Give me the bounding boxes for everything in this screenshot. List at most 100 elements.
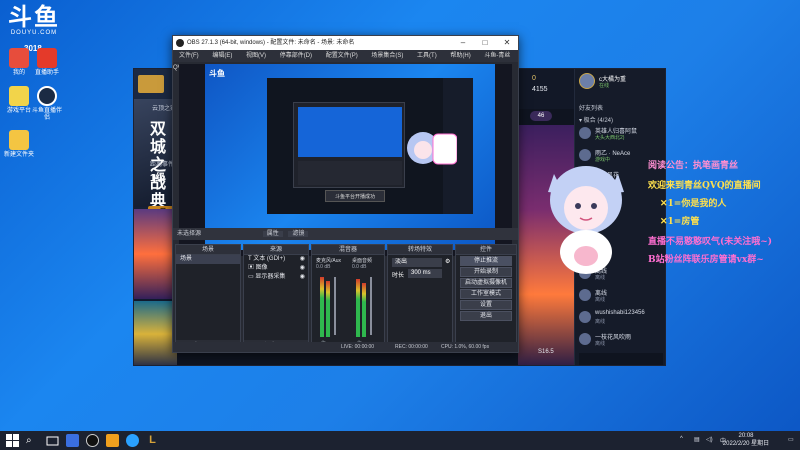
level-text: 1级 <box>150 173 166 184</box>
obs-window[interactable]: OBS 27.1.3 (64-bit, windows) - 配置文件: 未命名… <box>172 35 519 353</box>
settings-button[interactable]: 设置 <box>460 300 512 310</box>
obs-app-icon[interactable] <box>86 434 99 447</box>
dock-title: 转场特效 <box>388 245 452 255</box>
game-art <box>134 301 177 365</box>
volume-meter <box>320 277 324 337</box>
friends-header: 好友列表 <box>579 106 604 112</box>
tray-chevron-icon[interactable]: ^ <box>680 436 683 442</box>
cpu-indicator: CPU: 1.0%, 60.00 fps <box>441 344 490 350</box>
taskbar-clock[interactable]: 20:08 2022/2/20 星期日 <box>716 432 776 448</box>
eye-icon[interactable]: ◉ <box>300 273 305 282</box>
obs-source-strip: 未选择源 属性 滤镜 <box>173 228 518 240</box>
menu-help[interactable]: 帮助(H) <box>450 53 470 59</box>
friend-status: 大头大西北2) <box>595 135 625 141</box>
transition-select[interactable]: 淡出 <box>392 258 442 267</box>
announcement-line: 欢迎来到青丝QVQ的直播间 <box>648 181 761 191</box>
volume-meter <box>362 283 366 337</box>
obs-title: OBS 27.1.3 (64-bit, windows) - 配置文件: 未命名… <box>187 40 355 46</box>
source-item[interactable]: ▭ 显示器采集 ◉ <box>244 273 308 282</box>
season-label: S16.5 <box>538 349 554 355</box>
volume-icon[interactable]: ◁) <box>706 436 713 443</box>
avatar <box>579 289 591 301</box>
volume-meter <box>326 281 330 337</box>
scenes-dock: 场景 场景 +−^v <box>175 244 241 352</box>
app-icon <box>37 48 57 68</box>
live-companion-icon[interactable] <box>126 434 139 447</box>
friend-row[interactable]: wushishabi123456 离线 <box>579 309 665 327</box>
volume-slider[interactable] <box>370 277 372 335</box>
controls-dock: 控件 停止推流 开始录制 启动虚拟摄像机 工作室模式 设置 退出 <box>455 244 517 352</box>
stop-streaming-button[interactable]: 停止推流 <box>460 256 512 266</box>
eye-icon[interactable]: ◉ <box>300 255 305 264</box>
menu-edit[interactable]: 编辑(E) <box>212 53 232 59</box>
friend-row[interactable]: 离线 离线 <box>579 287 665 305</box>
preview-desktop: 斗鱼 斗鱼平台开播成功 <box>205 64 495 250</box>
edge-app-icon[interactable] <box>66 434 79 447</box>
source-label: 图像 <box>255 265 268 271</box>
desktop-icon-label: 新建文件夹 <box>3 152 34 158</box>
preview-douyu-logo: 斗鱼 <box>209 69 225 78</box>
duration-label: 时长 <box>392 273 405 279</box>
scene-item[interactable]: 场景 <box>176 255 240 264</box>
announcement-line: 直播不易憨憨叹气(未关注哦~) <box>648 237 773 247</box>
app-icon <box>9 48 29 68</box>
gear-icon[interactable]: ⚙ <box>445 258 450 265</box>
menu-file[interactable]: 文件(F) <box>179 53 199 59</box>
douyu-app-icon[interactable] <box>106 434 119 447</box>
properties-button[interactable]: 属性 <box>262 231 283 237</box>
menu-docks[interactable]: 停靠部件(D) <box>280 53 312 59</box>
search-icon[interactable]: ⌕ <box>26 434 39 447</box>
sources-dock: 来源 T 文本 (GDI+)◉ ▣ 图像◉ ▭ 显示器采集◉ +−⚙^v <box>243 244 309 352</box>
filters-button[interactable]: 滤镜 <box>288 231 309 237</box>
mixer-channel-db: 0.0 dB <box>316 264 331 270</box>
obs-icon <box>176 39 184 47</box>
friends-group-header[interactable]: ▾ 极合 (4/24) <box>579 115 613 124</box>
preview-toast: 斗鱼平台开播成功 <box>325 190 385 202</box>
announcement-line: ✕1=你是我的人 <box>660 199 727 209</box>
task-view-icon[interactable] <box>46 434 59 447</box>
image-source-icon: ▣ <box>248 265 256 271</box>
maximize-icon[interactable]: □ <box>474 36 496 50</box>
duration-input[interactable]: 300 ms <box>408 269 442 278</box>
clock-time: 20:08 <box>738 433 754 439</box>
desktop-icon-label: 直播助手 <box>34 70 59 76</box>
source-item[interactable]: T 文本 (GDI+) ◉ <box>244 255 308 264</box>
menu-scene-collection[interactable]: 场景集合(S) <box>371 53 403 59</box>
virtual-camera-button[interactable]: 启动虚拟摄像机 <box>460 278 512 288</box>
eye-icon[interactable]: ◉ <box>300 264 305 273</box>
friend-row[interactable]: 一枝花风吹雨 离线 <box>579 331 665 349</box>
mixer-channel-name: 麦克风/Aux <box>316 258 342 264</box>
mixer-dock: 混音器 麦克风/Aux 0.0 dB 桌面音频 0.0 dB 🔊 🔊 <box>311 244 385 352</box>
desktop-icon-1[interactable]: 直播助手 <box>30 48 64 77</box>
close-icon[interactable]: ✕ <box>496 36 518 50</box>
friend-row[interactable]: 英雄人归喜阿鼠 大头大西北2) <box>579 125 665 143</box>
notification-icon[interactable]: ▭ <box>788 436 794 443</box>
source-item[interactable]: ▣ 图像 ◉ <box>244 264 308 273</box>
desktop-icon-3[interactable]: 斗鱼直播伴侣 <box>30 86 64 122</box>
obs-titlebar[interactable]: OBS 27.1.3 (64-bit, windows) - 配置文件: 未命名… <box>173 36 518 50</box>
studio-mode-button[interactable]: 工作室模式 <box>460 289 512 299</box>
obs-statusbar: LIVE: 00:00:00 REC: 00:00:00 CPU: 1.0%, … <box>173 342 518 352</box>
minimize-icon[interactable]: – <box>452 36 474 50</box>
exit-button[interactable]: 退出 <box>460 311 512 321</box>
announcement-title: 阅读公告：执笔画青丝 <box>648 161 739 171</box>
clock-date: 2022/2/20 星期日 <box>722 441 770 447</box>
desktop-icon-4[interactable]: 新建文件夹 <box>2 130 36 159</box>
windows-start-icon[interactable] <box>6 434 19 447</box>
menu-profile[interactable]: 配置文件(P) <box>326 53 358 59</box>
league-app-icon[interactable]: L <box>146 434 159 447</box>
douyu-logo: 斗鱼 DOUYU.COM <box>6 4 62 40</box>
transitions-dock: 转场特效 淡出 ⚙ 时长 300 ms <box>387 244 453 352</box>
avatar[interactable] <box>579 73 595 89</box>
menu-view[interactable]: 视图(V) <box>246 53 266 59</box>
mixer-channel-db: 0.0 dB <box>352 264 367 270</box>
dock-title: 场景 <box>176 245 240 255</box>
menu-tools[interactable]: 工具(T) <box>417 53 437 59</box>
friend-status: 离线 <box>595 319 606 325</box>
source-label: 显示器采集 <box>255 274 286 280</box>
start-recording-button[interactable]: 开始录制 <box>460 267 512 277</box>
game-art <box>134 209 177 299</box>
mixer-channel-name: 桌面音频 <box>352 258 373 264</box>
network-icon[interactable]: ▤ <box>694 436 700 443</box>
volume-slider[interactable] <box>334 277 336 335</box>
